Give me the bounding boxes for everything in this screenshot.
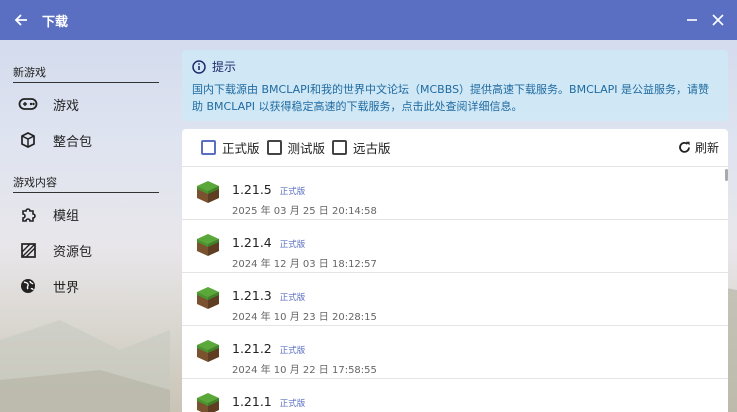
window-title: 下载 bbox=[42, 14, 69, 30]
checkbox-label: 测试版 bbox=[287, 141, 326, 156]
grass-block-icon bbox=[197, 287, 219, 309]
grass-block-icon bbox=[197, 234, 219, 256]
release-date: 2024 年 10 月 22 日 17:58:55 bbox=[232, 365, 377, 376]
refresh-icon bbox=[679, 141, 690, 153]
version-type-badge: 正式版 bbox=[279, 240, 306, 250]
texture-icon bbox=[15, 241, 41, 259]
title-bar: 下载 bbox=[0, 0, 737, 40]
close-button[interactable] bbox=[705, 0, 731, 40]
back-button[interactable] bbox=[0, 0, 42, 40]
version-row[interactable]: 1.21.4 正式版 2024 年 12 月 03 日 18:12:57 bbox=[182, 220, 728, 273]
sidebar-item-label: 模组 bbox=[53, 208, 80, 224]
package-icon bbox=[15, 131, 41, 149]
puzzle-icon bbox=[15, 205, 41, 223]
hint-text[interactable]: 国内下载源由 BMCLAPI和我的世界中文论坛（MCBBS）提供高速下载服务。B… bbox=[192, 81, 718, 115]
sidebar-item-label: 资源包 bbox=[53, 244, 93, 260]
sidebar-item-mods[interactable]: 模组 bbox=[0, 196, 168, 232]
minimize-icon bbox=[687, 19, 697, 21]
version-number: 1.21.1 bbox=[232, 394, 272, 409]
hint-card[interactable]: 提示 国内下载源由 BMCLAPI和我的世界中文论坛（MCBBS）提供高速下载服… bbox=[182, 50, 728, 121]
hint-title: 提示 bbox=[212, 60, 237, 74]
version-type-badge: 正式版 bbox=[279, 346, 306, 356]
version-panel: 正式版 测试版 远古版 刷新 1.21.5 正式版 2025 年 03 月 25… bbox=[182, 129, 728, 412]
sidebar: 新游戏 游戏 整合包 游戏内容 模组 资源包 世界 bbox=[0, 40, 170, 412]
sidebar-item-label: 整合包 bbox=[53, 134, 93, 150]
filter-release-checkbox[interactable]: 正式版 bbox=[201, 138, 260, 157]
version-row[interactable]: 1.21.3 正式版 2024 年 10 月 23 日 20:28:15 bbox=[182, 273, 728, 326]
version-number: 1.21.2 bbox=[232, 341, 272, 356]
version-number: 1.21.5 bbox=[232, 182, 272, 197]
filter-old-checkbox[interactable]: 远古版 bbox=[332, 138, 391, 157]
version-list: 1.21.5 正式版 2025 年 03 月 25 日 20:14:58 1.21… bbox=[182, 167, 728, 412]
close-icon bbox=[712, 14, 724, 26]
version-list-scrollbar[interactable] bbox=[723, 167, 728, 412]
grass-block-icon bbox=[197, 393, 219, 412]
checkbox-box bbox=[201, 140, 216, 155]
sidebar-item-resourcepack[interactable]: 资源包 bbox=[0, 232, 168, 268]
version-number: 1.21.4 bbox=[232, 235, 272, 250]
filter-snapshot-checkbox[interactable]: 测试版 bbox=[266, 138, 326, 157]
back-arrow-icon bbox=[14, 14, 27, 26]
info-icon bbox=[192, 59, 206, 74]
sidebar-item-modpack[interactable]: 整合包 bbox=[0, 122, 168, 158]
version-number: 1.21.3 bbox=[232, 288, 272, 303]
version-type-badge: 正式版 bbox=[279, 187, 306, 197]
version-row[interactable]: 1.21.1 正式版 bbox=[182, 379, 728, 412]
release-date: 2024 年 12 月 03 日 18:12:57 bbox=[232, 259, 377, 270]
scrollbar-thumb[interactable] bbox=[725, 169, 728, 181]
grass-block-icon bbox=[197, 340, 219, 362]
refresh-button[interactable]: 刷新 bbox=[678, 139, 719, 156]
checkbox-label: 正式版 bbox=[222, 141, 260, 156]
version-type-badge: 正式版 bbox=[279, 399, 306, 409]
checkbox-box bbox=[266, 140, 282, 155]
refresh-label: 刷新 bbox=[694, 141, 719, 155]
grass-block-icon bbox=[197, 181, 219, 203]
version-row[interactable]: 1.21.2 正式版 2024 年 10 月 22 日 17:58:55 bbox=[182, 326, 728, 379]
version-type-badge: 正式版 bbox=[279, 293, 306, 303]
sidebar-item-label: 世界 bbox=[53, 280, 80, 296]
checkbox-box bbox=[332, 140, 348, 155]
sidebar-item-game[interactable]: 游戏 bbox=[0, 86, 168, 122]
sidebar-item-world[interactable]: 世界 bbox=[0, 268, 168, 304]
sidebar-item-label: 游戏 bbox=[53, 98, 80, 114]
globe-icon bbox=[15, 277, 41, 295]
checkbox-label: 远古版 bbox=[353, 141, 391, 156]
filter-bar: 正式版 测试版 远古版 刷新 bbox=[182, 129, 728, 167]
hint-header: 提示 bbox=[192, 58, 718, 75]
minimize-button[interactable] bbox=[679, 0, 705, 40]
sidebar-heading-new-game: 新游戏 bbox=[13, 64, 159, 83]
release-date: 2024 年 10 月 23 日 20:28:15 bbox=[232, 312, 377, 323]
gamepad-icon bbox=[15, 95, 41, 113]
release-date: 2025 年 03 月 25 日 20:14:58 bbox=[232, 206, 377, 217]
version-row[interactable]: 1.21.5 正式版 2025 年 03 月 25 日 20:14:58 bbox=[182, 167, 728, 220]
sidebar-heading-game-content: 游戏内容 bbox=[13, 174, 159, 193]
